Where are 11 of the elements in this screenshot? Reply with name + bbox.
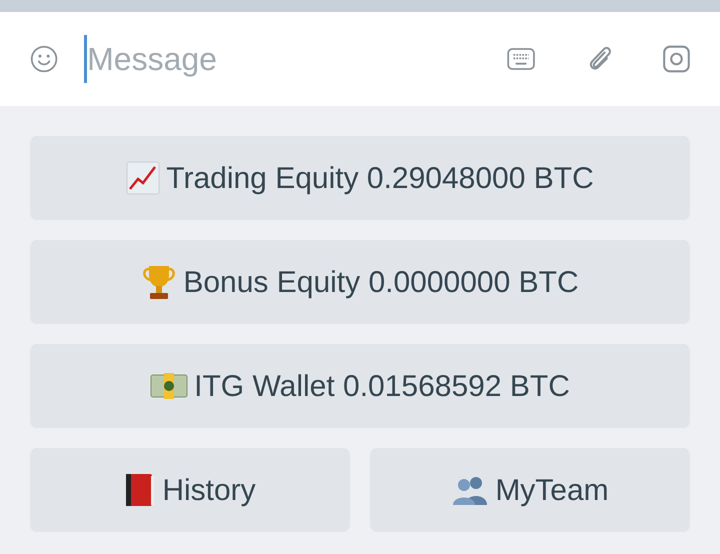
keyboard-button[interactable]: Bonus Equity 0.0000000 BTC — [30, 240, 690, 324]
cash-icon — [150, 372, 188, 400]
trophy-icon — [141, 263, 178, 301]
keyboard-button[interactable]: History — [30, 448, 350, 532]
keyboard-button[interactable]: ITG Wallet 0.01568592 BTC — [30, 344, 690, 428]
keyboard-button[interactable]: MyTeam — [370, 448, 690, 532]
book-icon — [124, 472, 156, 508]
message-field[interactable]: Message — [87, 35, 508, 83]
people-icon — [451, 475, 490, 505]
chart-icon — [126, 161, 160, 195]
keyboard-button[interactable]: Trading Equity 0.29048000 BTC — [30, 136, 690, 220]
